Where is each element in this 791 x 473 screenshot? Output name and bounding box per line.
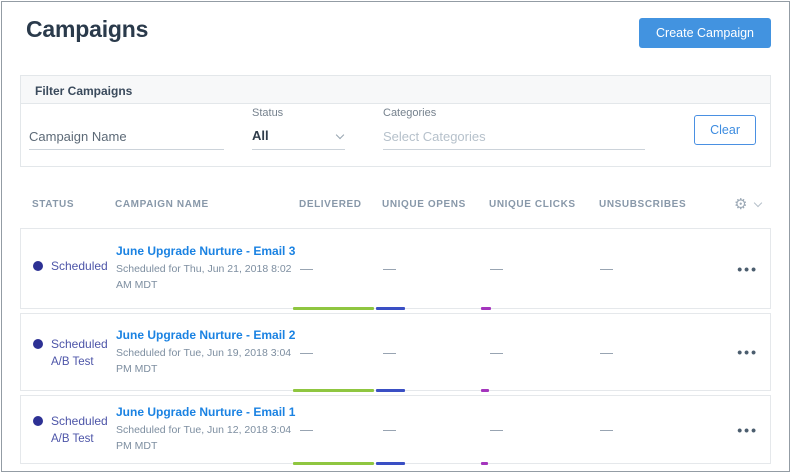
row-actions-menu-button[interactable]: ••• (714, 422, 760, 438)
campaign-name-cell: June Upgrade Nurture - Email 1 Scheduled… (116, 405, 300, 454)
stat-bar-segment (293, 462, 374, 465)
status-text: Scheduled (51, 337, 108, 351)
campaigns-page: Campaigns Create Campaign Filter Campaig… (2, 2, 789, 464)
page-title: Campaigns (26, 16, 148, 43)
column-header-status: STATUS (32, 199, 115, 210)
campaign-name-link[interactable]: June Upgrade Nurture - Email 1 (116, 405, 300, 419)
status-dot-icon (33, 261, 43, 271)
campaign-name-link[interactable]: June Upgrade Nurture - Email 3 (116, 244, 300, 258)
campaign-name-cell: June Upgrade Nurture - Email 2 Scheduled… (116, 328, 300, 377)
unique-opens-value: — (383, 345, 490, 360)
campaign-row: Scheduled A/B Test June Upgrade Nurture … (20, 313, 771, 391)
campaign-schedule-text: Scheduled for Tue, Jun 19, 2018 3:04 PM … (116, 345, 308, 377)
create-campaign-button[interactable]: Create Campaign (639, 18, 771, 48)
stat-bar-segment (376, 462, 405, 465)
categories-field: Categories (383, 107, 645, 150)
status-detail-text: A/B Test (51, 433, 116, 445)
stat-bar-segment (481, 307, 491, 310)
status-select[interactable]: All (252, 126, 345, 150)
gear-icon: ⚙ (734, 197, 748, 212)
unique-opens-value: — (383, 422, 490, 437)
campaign-list: Scheduled June Upgrade Nurture - Email 3… (20, 228, 771, 464)
stat-bar-segment (481, 462, 488, 465)
column-header-unique-opens: UNIQUE OPENS (382, 199, 489, 210)
filter-panel-title: Filter Campaigns (21, 76, 770, 104)
categories-label: Categories (383, 107, 645, 119)
unsubscribes-value: — (600, 422, 714, 437)
stat-bar-segment (376, 307, 405, 310)
filter-body: Status All Categories Clear (21, 104, 770, 166)
column-header-campaign-name: CAMPAIGN NAME (115, 199, 299, 210)
filter-panel: Filter Campaigns Status All Categories C… (20, 75, 771, 167)
clear-filters-button[interactable]: Clear (694, 115, 756, 145)
status-field: Status All (252, 107, 345, 150)
unique-clicks-value: — (490, 422, 600, 437)
status-text: Scheduled (51, 414, 108, 428)
status-cell: Scheduled A/B Test (33, 337, 116, 368)
unsubscribes-value: — (600, 345, 714, 360)
column-header-delivered: DELIVERED (299, 199, 382, 210)
delivered-value: — (300, 261, 383, 276)
campaign-row: Scheduled A/B Test June Upgrade Nurture … (20, 395, 771, 464)
unsubscribes-value: — (600, 261, 714, 276)
row-actions-menu-button[interactable]: ••• (714, 344, 760, 360)
app-window: Campaigns Create Campaign Filter Campaig… (1, 1, 790, 472)
column-header-unique-clicks: UNIQUE CLICKS (489, 199, 599, 210)
status-selected-value: All (252, 128, 269, 143)
row-actions-menu-button[interactable]: ••• (714, 261, 760, 277)
campaign-name-link[interactable]: June Upgrade Nurture - Email 2 (116, 328, 300, 342)
categories-input[interactable] (383, 126, 645, 150)
stat-bar-segment (293, 307, 374, 310)
status-detail-text: A/B Test (51, 356, 116, 368)
page-header: Campaigns Create Campaign (20, 16, 771, 48)
stat-bar-segment (376, 389, 405, 392)
unique-opens-value: — (383, 261, 490, 276)
delivered-value: — (300, 422, 383, 437)
delivered-value: — (300, 345, 383, 360)
chevron-down-icon (754, 199, 762, 207)
stat-bar-segment (293, 389, 374, 392)
table-header: STATUS CAMPAIGN NAME DELIVERED UNIQUE OP… (20, 193, 771, 215)
unique-clicks-value: — (490, 345, 600, 360)
column-header-unsubscribes: UNSUBSCRIBES (599, 199, 713, 210)
status-cell: Scheduled (33, 259, 116, 278)
status-label: Status (252, 107, 345, 119)
status-text: Scheduled (51, 259, 108, 273)
status-dot-icon (33, 416, 43, 426)
unique-clicks-value: — (490, 261, 600, 276)
campaign-name-input[interactable] (29, 126, 224, 150)
status-cell: Scheduled A/B Test (33, 414, 116, 445)
campaign-schedule-text: Scheduled for Thu, Jun 21, 2018 8:02 AM … (116, 261, 308, 293)
column-settings-button[interactable]: ⚙ (713, 197, 761, 212)
campaign-schedule-text: Scheduled for Tue, Jun 12, 2018 3:04 PM … (116, 422, 308, 454)
stat-bar-segment (481, 389, 489, 392)
chevron-down-icon (336, 130, 344, 138)
campaign-row: Scheduled June Upgrade Nurture - Email 3… (20, 228, 771, 309)
status-dot-icon (33, 339, 43, 349)
campaign-name-cell: June Upgrade Nurture - Email 3 Scheduled… (116, 244, 300, 293)
